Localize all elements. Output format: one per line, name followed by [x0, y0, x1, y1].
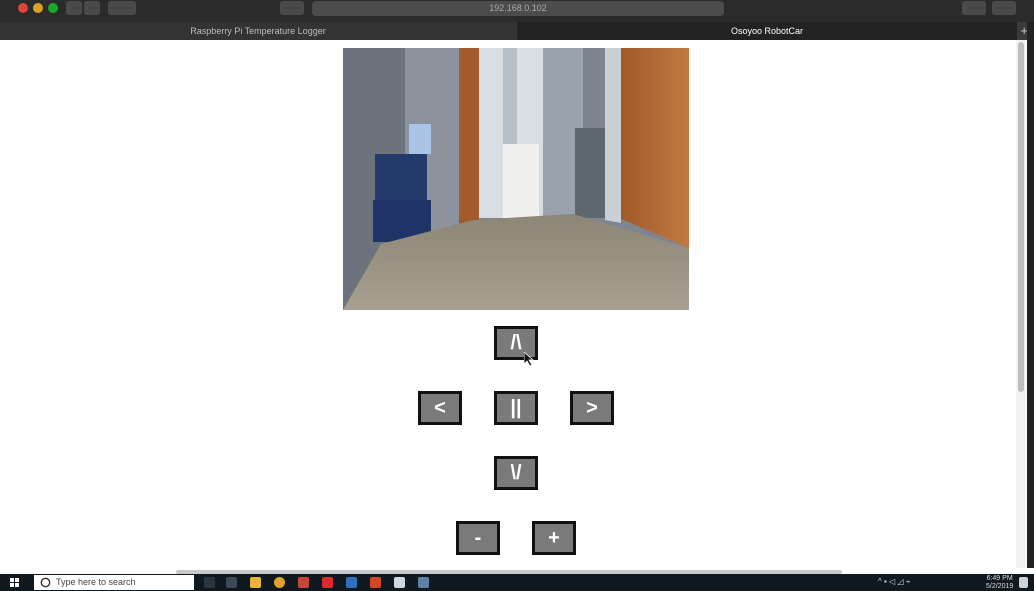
video-editor-icon[interactable] [394, 577, 405, 588]
address-bar[interactable]: 192.168.0.102 [312, 1, 724, 16]
acrobat-icon[interactable] [322, 577, 333, 588]
notifications-icon[interactable] [1019, 577, 1028, 588]
close-window-icon[interactable] [18, 3, 28, 13]
stop-button[interactable]: || [494, 391, 538, 425]
tab-robotcar[interactable]: Osoyoo RobotCar [517, 22, 1017, 40]
camera-image [343, 48, 689, 310]
cortana-circle-icon [40, 577, 51, 588]
share-button[interactable] [280, 1, 304, 15]
chrome-icon[interactable] [274, 577, 285, 588]
browser-toolbar: 192.168.0.102 [0, 0, 1034, 22]
powerpoint-icon[interactable] [370, 577, 381, 588]
speed-up-button[interactable]: + [532, 521, 576, 555]
camera-feed [343, 48, 689, 310]
sidebar-button[interactable] [108, 1, 136, 15]
taskbar: Type here to search ^ ▪ ◁ ◿ ⌁ 6:49 PM 5/… [0, 574, 1034, 591]
task-view-icon[interactable] [226, 577, 237, 588]
system-tray-icons[interactable]: ^ ▪ ◁ ◿ ⌁ [878, 577, 911, 586]
app-icon[interactable] [298, 577, 309, 588]
file-explorer-icon[interactable] [250, 577, 261, 588]
reader-button[interactable] [962, 1, 986, 15]
clock-date: 5/2/2019 [986, 583, 1014, 590]
back-button[interactable] [66, 1, 82, 15]
browser-app-icon[interactable] [418, 577, 429, 588]
forward-button[interactable] [84, 1, 100, 15]
tabs-button[interactable] [992, 1, 1016, 15]
right-button[interactable]: > [570, 391, 614, 425]
mouse-cursor-icon [524, 352, 534, 366]
window-edge [1027, 22, 1034, 568]
tab-bar: Raspberry Pi Temperature Logger Osoyoo R… [0, 22, 1034, 40]
tab-temperature-logger[interactable]: Raspberry Pi Temperature Logger [0, 22, 516, 40]
taskbar-search[interactable]: Type here to search [34, 575, 194, 590]
clock-time: 6:49 PM [986, 575, 1013, 582]
zoom-window-icon[interactable] [48, 3, 58, 13]
clock[interactable]: 6:49 PM 5/2/2019 [986, 575, 1013, 591]
windows-start-icon[interactable] [10, 578, 20, 587]
backward-button[interactable]: \/ [494, 456, 538, 490]
notes-icon[interactable] [346, 577, 357, 588]
vertical-scrollbar[interactable] [1016, 40, 1026, 568]
microphone-icon[interactable] [204, 577, 215, 588]
left-button[interactable]: < [418, 391, 462, 425]
speed-down-button[interactable]: - [456, 521, 500, 555]
url-text: 192.168.0.102 [489, 3, 547, 13]
search-placeholder: Type here to search [56, 577, 136, 587]
scrollbar-thumb[interactable] [1018, 42, 1024, 392]
minimize-window-icon[interactable] [33, 3, 43, 13]
